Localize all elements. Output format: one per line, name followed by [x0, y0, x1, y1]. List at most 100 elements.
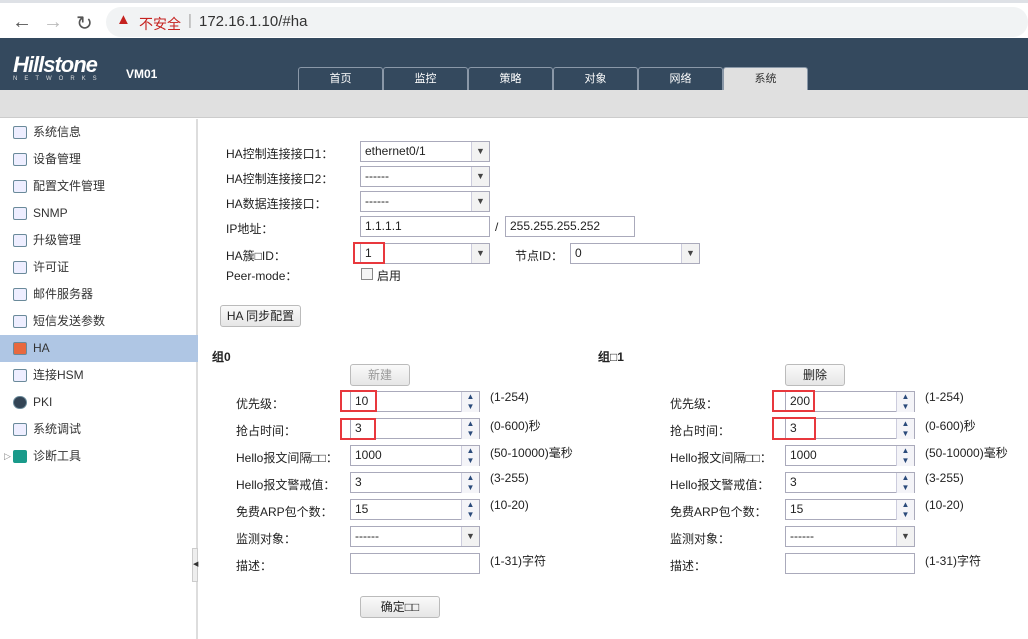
hello_threshold-input[interactable]: 3 ▲ ▼ — [785, 472, 915, 493]
arp_count-hint: (10-20) — [925, 498, 964, 512]
hello_threshold-label: Hello报文警戒值： — [236, 478, 336, 492]
reload-button[interactable]: ↻ — [76, 11, 93, 36]
spin-down-icon[interactable]: ▼ — [462, 483, 479, 493]
ctrl2-label: HA控制连接接口2： — [226, 172, 334, 186]
sidebar-item-debug[interactable]: 系统调试 — [0, 416, 198, 443]
spin-down-icon[interactable]: ▼ — [897, 510, 914, 520]
sidebar-item-pki[interactable]: PKI — [0, 389, 198, 416]
spinner[interactable]: ▲ ▼ — [461, 446, 479, 466]
spin-up-icon[interactable]: ▲ — [462, 446, 479, 456]
hello_threshold-hint: (3-255) — [925, 471, 964, 485]
monitor-select[interactable]: ------ ▼ — [785, 526, 915, 547]
delete-group-button[interactable]: 删除 — [785, 364, 845, 386]
spinner[interactable]: ▲ ▼ — [896, 419, 914, 439]
sidebar-item-license[interactable]: 许可证 — [0, 254, 198, 281]
sidebar-item-device[interactable]: 设备管理 — [0, 146, 198, 173]
priority-label: 优先级： — [670, 397, 719, 411]
monitor-select[interactable]: ------ ▼ — [350, 526, 480, 547]
mail-icon — [13, 288, 27, 301]
spin-down-icon[interactable]: ▼ — [897, 402, 914, 412]
highlight-box — [353, 242, 385, 264]
ip-input[interactable]: 1.1.1.1 — [360, 216, 490, 237]
arp_count-input[interactable]: 15 ▲ ▼ — [350, 499, 480, 520]
tab-monitor[interactable]: 监控 — [383, 67, 468, 90]
mask-input[interactable]: 255.255.255.252 — [505, 216, 635, 237]
confirm-button[interactable]: 确定□□ — [360, 596, 440, 618]
highlight-box — [340, 418, 376, 440]
spinner[interactable]: ▲ ▼ — [896, 500, 914, 520]
spin-down-icon[interactable]: ▼ — [897, 456, 914, 466]
description-label: 描述： — [236, 559, 273, 573]
spinner[interactable]: ▲ ▼ — [896, 473, 914, 493]
spin-up-icon[interactable]: ▲ — [897, 446, 914, 456]
arp_count-input[interactable]: 15 ▲ ▼ — [785, 499, 915, 520]
chevron-down-icon: ▼ — [471, 142, 489, 161]
node-id-select[interactable]: 0 ▼ — [570, 243, 700, 264]
snmp-icon — [13, 207, 27, 220]
data-link-select[interactable]: ------ ▼ — [360, 191, 490, 212]
spin-up-icon[interactable]: ▲ — [897, 500, 914, 510]
spin-down-icon[interactable]: ▼ — [462, 429, 479, 439]
hello_interval-input[interactable]: 1000 ▲ ▼ — [785, 445, 915, 466]
spin-up-icon[interactable]: ▲ — [462, 473, 479, 483]
sidebar-item-config-file[interactable]: 配置文件管理 — [0, 173, 198, 200]
description-input[interactable] — [785, 553, 915, 574]
group-title: 组□1 — [598, 350, 624, 364]
upgrade-icon — [13, 234, 27, 247]
peer-mode-label: Peer-mode： — [226, 269, 298, 283]
spinner[interactable]: ▲ ▼ — [896, 392, 914, 412]
highlight-box — [772, 417, 816, 440]
sidebar-item-label: SNMP — [33, 206, 68, 220]
tab-home[interactable]: 首页 — [298, 67, 383, 90]
new-group-button[interactable]: 新建 — [350, 364, 410, 386]
sidebar-item-sms[interactable]: 短信发送参数 — [0, 308, 198, 335]
toolbox-icon — [13, 450, 27, 463]
expand-icon[interactable]: ▷ — [4, 443, 11, 470]
arp_count-hint: (10-20) — [490, 498, 529, 512]
forward-button[interactable]: → — [43, 11, 63, 34]
sidebar-item-hsm[interactable]: 连接HSM — [0, 362, 198, 389]
spin-down-icon[interactable]: ▼ — [462, 402, 479, 412]
data-link-label: HA数据连接接口： — [226, 197, 327, 211]
spinner[interactable]: ▲ ▼ — [461, 419, 479, 439]
spinner[interactable]: ▲ ▼ — [461, 473, 479, 493]
collapse-sidebar-handle[interactable]: ◀ — [192, 548, 198, 582]
address-bar[interactable]: ▲ 不安全 | 172.16.1.10/#ha — [106, 7, 1028, 37]
spinner[interactable]: ▲ ▼ — [461, 500, 479, 520]
tab-system[interactable]: 系统 — [723, 67, 808, 90]
ha-sync-button[interactable]: HA 同步配置 — [220, 305, 301, 327]
spin-down-icon[interactable]: ▼ — [462, 510, 479, 520]
back-button[interactable]: ← — [12, 11, 32, 34]
spinner[interactable]: ▲ ▼ — [896, 446, 914, 466]
ctrl1-select[interactable]: ethernet0/1 ▼ — [360, 141, 490, 162]
ctrl2-select[interactable]: ------ ▼ — [360, 166, 490, 187]
description-input[interactable] — [350, 553, 480, 574]
hello_interval-input[interactable]: 1000 ▲ ▼ — [350, 445, 480, 466]
tab-object[interactable]: 对象 — [553, 67, 638, 90]
tab-policy[interactable]: 策略 — [468, 67, 553, 90]
tab-network[interactable]: 网络 — [638, 67, 723, 90]
spinner[interactable]: ▲ ▼ — [461, 392, 479, 412]
spin-up-icon[interactable]: ▲ — [897, 473, 914, 483]
chevron-down-icon: ▼ — [896, 527, 914, 546]
hello_threshold-input[interactable]: 3 ▲ ▼ — [350, 472, 480, 493]
spin-up-icon[interactable]: ▲ — [897, 419, 914, 429]
sidebar-item-system-info[interactable]: 系统信息 — [0, 119, 198, 146]
peer-mode-checkbox[interactable] — [361, 268, 373, 280]
sidebar-item-label: 升级管理 — [33, 233, 82, 247]
sidebar-item-mail[interactable]: 邮件服务器 — [0, 281, 198, 308]
chevron-down-icon: ▼ — [681, 244, 699, 263]
hello_interval-value: 1000 — [355, 448, 382, 462]
spin-up-icon[interactable]: ▲ — [462, 500, 479, 510]
spin-down-icon[interactable]: ▼ — [462, 456, 479, 466]
spin-up-icon[interactable]: ▲ — [462, 392, 479, 402]
sidebar-item-ha[interactable]: HA — [0, 335, 198, 362]
sidebar-item-upgrade[interactable]: 升级管理 — [0, 227, 198, 254]
device-icon — [13, 153, 27, 166]
spin-down-icon[interactable]: ▼ — [897, 429, 914, 439]
spin-up-icon[interactable]: ▲ — [897, 392, 914, 402]
spin-up-icon[interactable]: ▲ — [462, 419, 479, 429]
sidebar-item-snmp[interactable]: SNMP — [0, 200, 198, 227]
spin-down-icon[interactable]: ▼ — [897, 483, 914, 493]
sidebar-item-diagnostics[interactable]: ▷ 诊断工具 — [0, 443, 198, 470]
